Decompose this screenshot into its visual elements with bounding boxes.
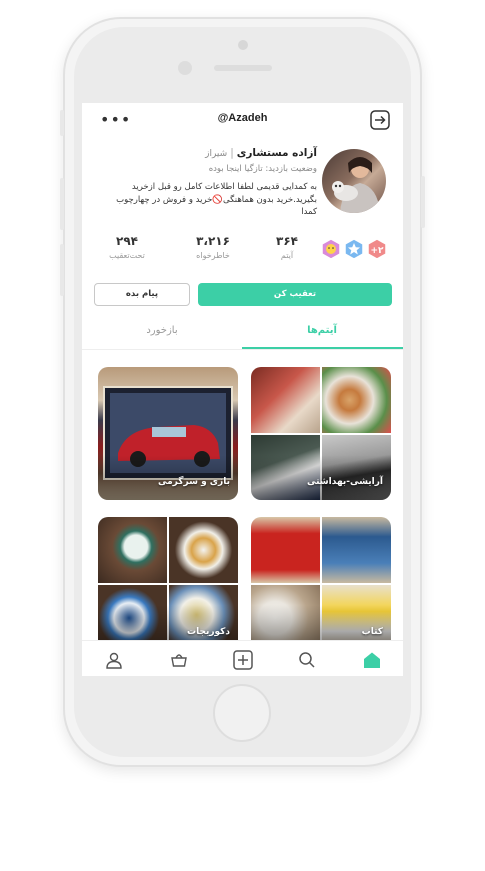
add-icon[interactable]: [233, 650, 253, 670]
phone-side-button: [60, 110, 64, 136]
category-card-books[interactable]: کتاب: [251, 517, 391, 650]
avatar[interactable]: [322, 149, 386, 213]
profile-bio: به کمدایی قدیمی لطفا اطلاعات کامل رو قبل…: [116, 182, 317, 217]
bottom-nav: [82, 640, 403, 676]
card-photo: [98, 517, 167, 583]
card-photo: [251, 517, 320, 583]
stat-followers-count[interactable]: ۳،۲۱۶: [178, 234, 248, 248]
card-photo: [169, 517, 238, 583]
profile-name: آزاده مستشاری: [236, 147, 317, 159]
avatar-photo: [332, 157, 380, 213]
stat-following-count[interactable]: ۲۹۴: [92, 234, 162, 248]
stat-followers-label: خاطرخواه: [196, 251, 230, 260]
top-bar: ••• @Azadeh: [82, 103, 403, 135]
phone-home-button[interactable]: [213, 684, 271, 742]
tab-items[interactable]: آیتم‌ها: [242, 317, 402, 350]
share-exit-icon[interactable]: [369, 109, 391, 131]
phone-side-button: [421, 176, 425, 228]
name-separator: |: [230, 147, 234, 159]
category-label: دکوریجات: [187, 627, 230, 637]
follow-button[interactable]: تعقیب کن: [198, 283, 392, 306]
phone-speaker: [214, 65, 272, 71]
card-photo: [322, 367, 391, 433]
category-label: کتاب: [361, 627, 383, 637]
profile-city: شیراز: [205, 149, 228, 159]
svg-text:+۲: +۲: [370, 246, 384, 256]
badges: +۲: [320, 238, 392, 262]
category-label: آرایشی-بهداشتی: [307, 477, 383, 487]
basket-icon[interactable]: [170, 651, 188, 669]
profile-icon[interactable]: [105, 651, 123, 669]
tabs-divider: [82, 349, 403, 350]
category-card-decor[interactable]: دکوریجات: [98, 517, 238, 650]
front-camera: [178, 61, 192, 75]
phone-side-button: [60, 178, 64, 230]
star-badge-icon: [344, 238, 364, 260]
last-visit-status: وضعیت بازدید: تازگیا اینجا بوده: [208, 164, 317, 174]
stat-following-label: تحت‌تعقیب: [109, 251, 145, 260]
category-card-cosmetics[interactable]: آرایشی-بهداشتی: [251, 367, 391, 500]
phone-side-button: [60, 244, 64, 296]
search-icon[interactable]: [298, 651, 316, 669]
card-photo: [251, 367, 320, 433]
stat-items-label: آیتم: [280, 251, 294, 260]
phone-sensor: [238, 40, 248, 50]
message-button[interactable]: پیام بده: [94, 283, 190, 306]
card-photo: [322, 517, 391, 583]
smile-badge-icon: [321, 238, 341, 260]
app-screen: ••• @Azadeh آزاده مستشاری|شیراز وضعیت با…: [82, 103, 403, 676]
category-card-games[interactable]: بازی و سرگرمی: [98, 367, 238, 500]
profile-name-line: آزاده مستشاری|شیراز: [205, 147, 317, 159]
profile-username: @Azadeh: [217, 112, 268, 124]
category-label: بازی و سرگرمی: [157, 477, 230, 487]
plus-two-badge-icon: +۲: [367, 238, 387, 260]
tab-feedback[interactable]: بازخورد: [82, 317, 242, 350]
stat-items-count[interactable]: ۳۶۴: [252, 234, 322, 248]
home-icon[interactable]: [363, 651, 381, 669]
